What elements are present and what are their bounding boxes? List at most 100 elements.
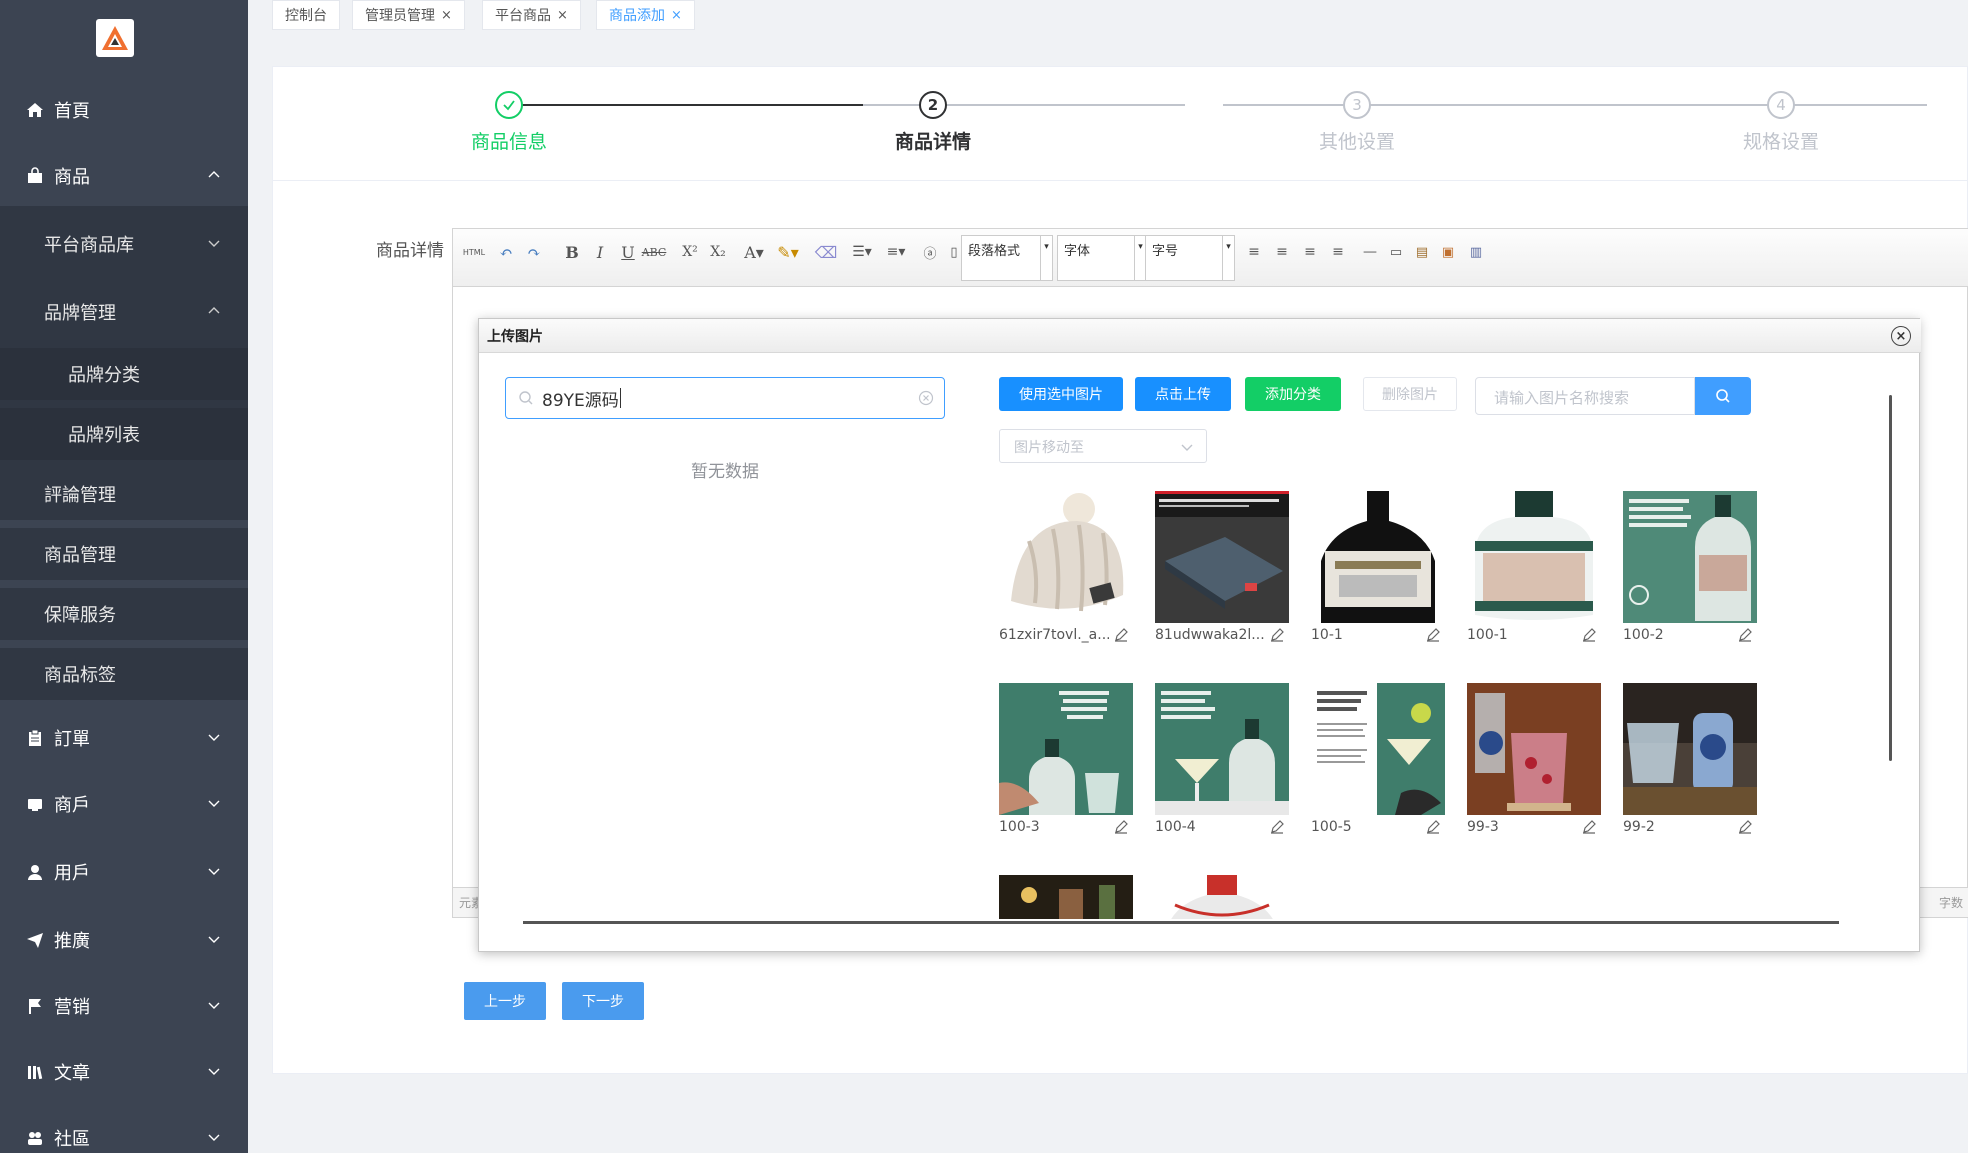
image-name-search-input[interactable]: 请输入图片名称搜索 bbox=[1475, 377, 1695, 415]
sidebar-item-community[interactable]: 社區 bbox=[0, 1112, 248, 1153]
image-thumb-sipsmith-ad[interactable] bbox=[1623, 491, 1757, 623]
sidebar-item-platform-goods[interactable]: 平台商品库 bbox=[0, 218, 248, 270]
edit-icon[interactable] bbox=[1269, 819, 1285, 835]
image-item[interactable] bbox=[999, 875, 1133, 919]
image-thumb-opihr-bar[interactable] bbox=[1623, 683, 1757, 815]
font-color-icon[interactable]: A▾ bbox=[743, 241, 765, 263]
image-item[interactable]: 100-4 bbox=[1155, 683, 1289, 837]
eraser-icon[interactable]: ⌫ bbox=[815, 241, 838, 263]
font-size-select[interactable]: 字号 ▾ bbox=[1145, 235, 1235, 281]
image-search-button[interactable] bbox=[1695, 377, 1751, 415]
redo-icon[interactable]: ↷ bbox=[523, 241, 545, 263]
sidebar-item-brand-list[interactable]: 品牌列表 bbox=[0, 408, 248, 460]
image-icon[interactable]: ▣ bbox=[1437, 241, 1459, 263]
image-thumb-beanie[interactable] bbox=[999, 491, 1133, 623]
edit-icon[interactable] bbox=[1425, 627, 1441, 643]
upload-button[interactable]: 点击上传 bbox=[1135, 377, 1231, 411]
image-item[interactable]: 100-3 bbox=[999, 683, 1133, 837]
sidebar-item-reviews[interactable]: 評論管理 bbox=[0, 468, 248, 520]
horizontal-scrollbar[interactable] bbox=[523, 921, 1839, 924]
close-icon[interactable]: × bbox=[1891, 326, 1911, 346]
edit-icon[interactable] bbox=[1269, 627, 1285, 643]
edit-icon[interactable] bbox=[1737, 627, 1753, 643]
sidebar-item-goods-tags[interactable]: 商品标签 bbox=[0, 648, 248, 700]
image-item[interactable]: 10-1 bbox=[1311, 491, 1445, 645]
superscript-icon[interactable]: X² bbox=[679, 241, 701, 263]
sidebar-item-goods[interactable]: 商品 bbox=[0, 150, 248, 202]
strikethrough-icon[interactable]: ABC bbox=[642, 241, 667, 263]
image-item[interactable]: 100-2 bbox=[1623, 491, 1757, 645]
unordered-list-icon[interactable]: ≡▾ bbox=[885, 241, 907, 263]
close-icon[interactable]: × bbox=[671, 8, 682, 23]
image-item[interactable]: 100-5 bbox=[1311, 683, 1445, 837]
image-thumb-gin-martini[interactable] bbox=[1155, 683, 1289, 815]
sidebar-item-articles[interactable]: 文章 bbox=[0, 1046, 248, 1098]
image-thumb-ssd[interactable] bbox=[1155, 491, 1289, 623]
html-source-button[interactable]: HTML bbox=[461, 241, 487, 263]
sidebar-item-merchants[interactable]: 商戶 bbox=[0, 778, 248, 830]
sidebar-item-guarantee[interactable]: 保障服务 bbox=[0, 588, 248, 640]
image-thumb-opihr-cocktail[interactable] bbox=[1467, 683, 1601, 815]
clear-icon[interactable] bbox=[918, 390, 934, 406]
sidebar-item-promotion[interactable]: 推廣 bbox=[0, 914, 248, 966]
sidebar-item-goods-manage[interactable]: 商品管理 bbox=[0, 528, 248, 580]
vertical-scrollbar[interactable] bbox=[1889, 395, 1892, 761]
sidebar-item-users[interactable]: 用戶 bbox=[0, 846, 248, 898]
edit-icon[interactable] bbox=[1581, 627, 1597, 643]
align-justify-icon[interactable]: ≡ bbox=[1327, 241, 1349, 263]
ordered-list-icon[interactable]: ☰▾ bbox=[851, 241, 873, 263]
bold-icon[interactable]: B bbox=[561, 241, 583, 263]
italic-icon[interactable]: I bbox=[589, 241, 611, 263]
close-icon[interactable]: × bbox=[441, 8, 452, 23]
next-step-button[interactable]: 下一步 bbox=[562, 982, 644, 1020]
image-item[interactable]: 99-2 bbox=[1623, 683, 1757, 837]
underline-icon[interactable]: U bbox=[617, 241, 639, 263]
print-icon[interactable]: ▭ bbox=[1385, 241, 1407, 263]
align-right-icon[interactable]: ≡ bbox=[1299, 241, 1321, 263]
image-item[interactable]: 81udwwaka2l... bbox=[1155, 491, 1289, 645]
logo[interactable] bbox=[96, 19, 134, 57]
image-thumb-sipsmith-bottle[interactable] bbox=[1467, 491, 1601, 623]
use-selected-button[interactable]: 使用选中图片 bbox=[999, 377, 1123, 411]
horizontal-rule-icon[interactable]: — bbox=[1359, 241, 1381, 263]
highlight-icon[interactable]: ✎▾ bbox=[777, 241, 799, 263]
edit-icon[interactable] bbox=[1581, 819, 1597, 835]
paste-icon[interactable]: ▤ bbox=[1411, 241, 1433, 263]
edit-icon[interactable] bbox=[1113, 627, 1129, 643]
edit-icon[interactable] bbox=[1425, 819, 1441, 835]
sidebar-item-marketing[interactable]: 营销 bbox=[0, 980, 248, 1032]
image-thumb-red-cap-bottle[interactable] bbox=[1155, 875, 1289, 919]
subscript-icon[interactable]: X₂ bbox=[707, 241, 729, 263]
image-item[interactable]: 100-1 bbox=[1467, 491, 1601, 645]
tab-platform-goods[interactable]: 平台商品 × bbox=[482, 0, 581, 30]
text-box-icon[interactable]: ⓐ bbox=[919, 241, 941, 263]
paragraph-format-select[interactable]: 段落格式 ▾ bbox=[961, 235, 1053, 281]
undo-icon[interactable]: ↶ bbox=[495, 241, 517, 263]
sidebar-item-brand-category[interactable]: 品牌分类 bbox=[0, 348, 248, 400]
image-thumb-bar-scene[interactable] bbox=[999, 875, 1133, 919]
sidebar-item-home[interactable]: 首頁 bbox=[0, 84, 248, 136]
sidebar-item-brand-manage[interactable]: 品牌管理 bbox=[0, 286, 248, 338]
add-category-button[interactable]: 添加分类 bbox=[1245, 377, 1341, 411]
align-left-icon[interactable]: ≡ bbox=[1243, 241, 1265, 263]
prev-step-button[interactable]: 上一步 bbox=[464, 982, 546, 1020]
font-family-select[interactable]: 字体 ▾ bbox=[1057, 235, 1147, 281]
save-icon[interactable]: ▥ bbox=[1465, 241, 1487, 263]
close-icon[interactable]: × bbox=[557, 8, 568, 23]
move-to-select[interactable]: 图片移动至 bbox=[999, 429, 1207, 463]
tab-dashboard[interactable]: 控制台 bbox=[272, 0, 340, 30]
image-thumb-london-dry-gin[interactable] bbox=[999, 683, 1133, 815]
sidebar-item-orders[interactable]: 訂單 bbox=[0, 712, 248, 764]
image-item[interactable]: 61zxir7tovl._a... bbox=[999, 491, 1133, 645]
tab-goods-add[interactable]: 商品添加 × bbox=[596, 0, 695, 30]
edit-icon[interactable] bbox=[1737, 819, 1753, 835]
tab-admin-manage[interactable]: 管理员管理 × bbox=[352, 0, 465, 30]
image-item[interactable] bbox=[1155, 875, 1289, 919]
image-thumb-hardys-bottle[interactable] bbox=[1311, 491, 1445, 623]
delete-image-button[interactable]: 删除图片 bbox=[1363, 377, 1457, 411]
image-item[interactable]: 99-3 bbox=[1467, 683, 1601, 837]
image-thumb-martini-recipe[interactable] bbox=[1311, 683, 1445, 815]
edit-icon[interactable] bbox=[1113, 819, 1129, 835]
category-search-input[interactable]: 89YE源码 bbox=[505, 377, 945, 419]
align-center-icon[interactable]: ≡ bbox=[1271, 241, 1293, 263]
